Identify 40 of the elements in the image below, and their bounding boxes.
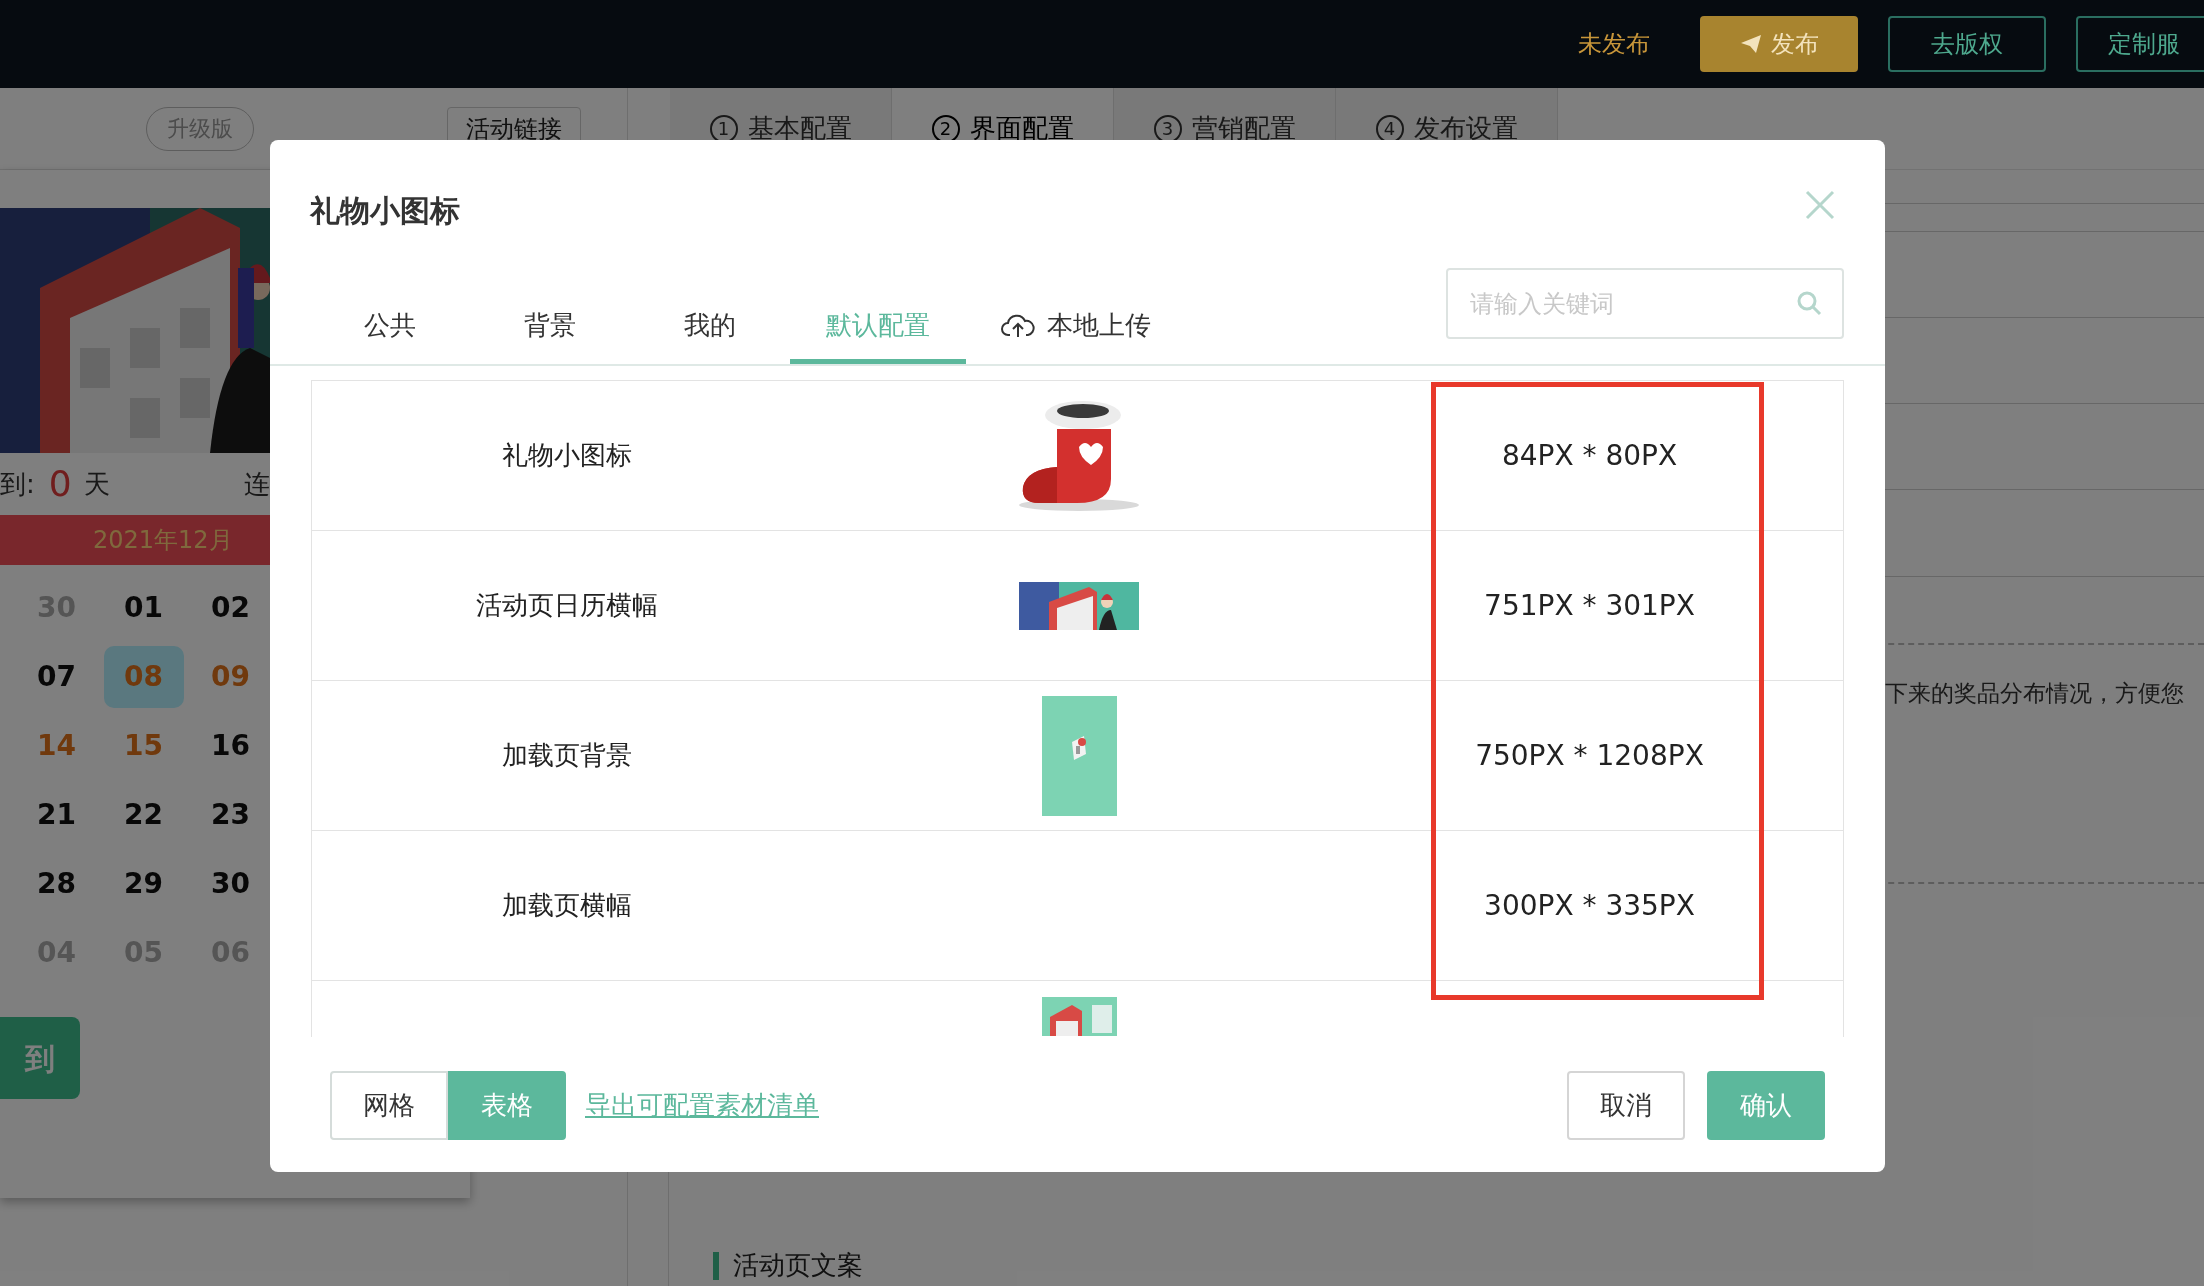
- section-title: 活动页文案: [733, 1249, 863, 1282]
- signed-label: 到:: [0, 467, 35, 501]
- section-marker: [713, 1251, 719, 1280]
- table-cell-text: 300PX * 335PX: [1484, 887, 1695, 924]
- month-title: 2021年12月: [93, 525, 233, 556]
- signed-count: 0: [48, 462, 72, 506]
- publish-status: 未发布: [1578, 29, 1650, 60]
- calendar-day[interactable]: 02: [190, 576, 271, 639]
- calendar-day[interactable]: 23: [190, 783, 271, 846]
- table-cell-text: 加载页横幅: [502, 889, 632, 922]
- cloud-upload-icon: [1001, 312, 1035, 339]
- calendar-day[interactable]: 22: [103, 783, 184, 846]
- view-toggle-button[interactable]: 网格: [330, 1071, 448, 1140]
- table-cell-text: 礼物小图标: [502, 439, 632, 472]
- tab[interactable]: 公共: [310, 268, 470, 364]
- description-text: 下来的奖品分布情况，方便您: [1885, 678, 2184, 708]
- modal-title: 礼物小图标: [310, 192, 460, 230]
- table-cell-text: 加载页背景: [502, 739, 632, 772]
- copyright-button[interactable]: 去版权: [1888, 16, 2046, 72]
- tab[interactable]: 我的: [630, 268, 790, 364]
- close-icon[interactable]: [1805, 190, 1835, 220]
- calendar-day[interactable]: 28: [16, 852, 97, 915]
- calendar-day[interactable]: 21: [16, 783, 97, 846]
- search-icon[interactable]: [1796, 290, 1822, 316]
- calendar-day[interactable]: 07: [16, 645, 97, 708]
- table-cell-text: 751PX * 301PX: [1484, 587, 1695, 624]
- calendar-day[interactable]: 16: [190, 714, 271, 777]
- cancel-button[interactable]: 取消: [1567, 1071, 1685, 1140]
- calendar-day[interactable]: 30: [190, 852, 271, 915]
- signed-unit: 天: [83, 467, 110, 501]
- calendar-day[interactable]: 29: [103, 852, 184, 915]
- custom-service-button[interactable]: 定制服: [2076, 16, 2204, 72]
- tab[interactable]: 背景: [470, 268, 630, 364]
- tab[interactable]: 本地上传: [966, 268, 1186, 364]
- publish-button[interactable]: 发布: [1700, 16, 1858, 72]
- calendar-day[interactable]: 01: [103, 576, 184, 639]
- table-cell-text: 750PX * 1208PX: [1475, 737, 1704, 774]
- table-cell-text: 84PX * 80PX: [1501, 437, 1678, 474]
- streak-label: 连: [243, 467, 270, 501]
- table-cell-text: 活动页日历横幅: [476, 589, 658, 622]
